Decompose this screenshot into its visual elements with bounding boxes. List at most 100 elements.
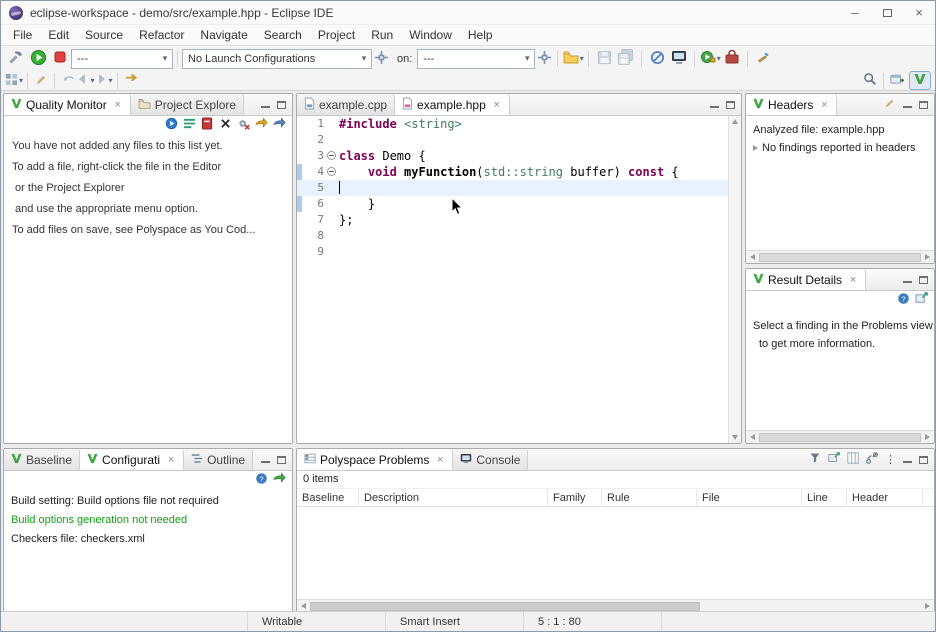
- open-perspective-button[interactable]: [888, 72, 906, 90]
- tab-result-details[interactable]: Result Details ×: [746, 269, 866, 290]
- scrollbar-thumb[interactable]: [759, 253, 921, 262]
- expander-icon[interactable]: [753, 145, 758, 151]
- column-header-description[interactable]: Description: [359, 489, 548, 507]
- link-with-editor-button[interactable]: [122, 72, 140, 90]
- close-tab-icon[interactable]: ×: [848, 274, 858, 286]
- external-tools-button[interactable]: [721, 48, 743, 70]
- menu-item-project[interactable]: Project: [310, 26, 363, 44]
- menu-item-source[interactable]: Source: [77, 26, 131, 44]
- column-header-header[interactable]: Header: [847, 489, 923, 507]
- search-button[interactable]: [861, 72, 879, 90]
- polyspace-perspective-button[interactable]: [909, 71, 931, 90]
- menu-item-edit[interactable]: Edit: [40, 26, 77, 44]
- close-tab-icon[interactable]: ×: [435, 454, 445, 466]
- scroll-left-icon[interactable]: [746, 251, 759, 264]
- analysis-results-combo[interactable]: --- ▾: [71, 49, 173, 69]
- export-report-button[interactable]: [252, 117, 270, 133]
- code-line-3[interactable]: 3class Demo {: [297, 148, 728, 164]
- scroll-right-icon[interactable]: [921, 431, 934, 444]
- edit-icon[interactable]: [884, 97, 896, 112]
- scroll-right-icon[interactable]: [921, 251, 934, 264]
- scrollbar-thumb[interactable]: [310, 602, 700, 611]
- code-editor[interactable]: 1#include <string>23class Demo {4 void m…: [297, 116, 741, 443]
- menu-item-help[interactable]: Help: [460, 26, 501, 44]
- list-files-button[interactable]: [180, 117, 198, 133]
- column-header-rule[interactable]: Rule: [602, 489, 697, 507]
- save-all-button[interactable]: [615, 48, 637, 70]
- scroll-up-icon[interactable]: [732, 119, 738, 124]
- open-views-button[interactable]: ▾: [5, 72, 23, 90]
- menu-item-window[interactable]: Window: [401, 26, 460, 44]
- menu-item-run[interactable]: Run: [363, 26, 401, 44]
- scroll-left-icon[interactable]: [746, 431, 759, 444]
- minimize-panel-icon[interactable]: [261, 455, 270, 464]
- column-header-baseline[interactable]: Baseline: [297, 489, 359, 507]
- minimize-panel-icon[interactable]: [710, 100, 719, 109]
- skip-breakpoints-button[interactable]: [646, 48, 668, 70]
- tab-example-cpp[interactable]: example.cpp: [297, 94, 395, 115]
- close-tab-icon[interactable]: ×: [492, 99, 502, 111]
- menu-item-refactor[interactable]: Refactor: [131, 26, 192, 44]
- tab-quality-monitor[interactable]: Quality Monitor ×: [4, 94, 131, 115]
- open-result-button[interactable]: [912, 292, 930, 308]
- tab-configuration[interactable]: Configurati ×: [80, 449, 184, 470]
- menu-item-navigate[interactable]: Navigate: [192, 26, 255, 44]
- close-tab-icon[interactable]: ×: [166, 454, 176, 466]
- open-results-button[interactable]: [270, 117, 288, 133]
- remove-file-button[interactable]: [198, 117, 216, 133]
- fold-collapse-icon[interactable]: [327, 167, 336, 176]
- save-button[interactable]: [593, 48, 615, 70]
- code-line-9[interactable]: 9: [297, 244, 728, 260]
- run-quality-button[interactable]: [162, 117, 180, 133]
- tab-outline[interactable]: Outline: [184, 449, 253, 470]
- maximize-panel-icon[interactable]: [726, 101, 735, 109]
- close-tab-icon[interactable]: ×: [819, 99, 829, 111]
- maximize-panel-icon[interactable]: [919, 276, 928, 284]
- code-line-8[interactable]: 8: [297, 228, 728, 244]
- stop-quality-button[interactable]: [234, 117, 252, 133]
- pin-editor-button[interactable]: [32, 72, 50, 90]
- close-tab-icon[interactable]: ×: [113, 99, 123, 111]
- help-button[interactable]: ?: [894, 292, 912, 308]
- launch-settings-button[interactable]: [372, 50, 390, 68]
- close-window-button[interactable]: ×: [903, 1, 935, 24]
- tab-console[interactable]: Console: [453, 449, 528, 470]
- code-line-7[interactable]: 7};: [297, 212, 728, 228]
- scrollbar-thumb[interactable]: [759, 433, 921, 442]
- forward-button[interactable]: ▾: [95, 72, 113, 90]
- scroll-down-icon[interactable]: [732, 435, 738, 440]
- maximize-panel-icon[interactable]: [277, 101, 286, 109]
- code-line-4[interactable]: 4 void myFunction(std::string buffer) co…: [297, 164, 728, 180]
- minimize-panel-icon[interactable]: [261, 100, 270, 109]
- column-header-file[interactable]: File: [697, 489, 802, 507]
- minimize-panel-icon[interactable]: [903, 100, 912, 109]
- back-button[interactable]: ▾: [77, 72, 95, 90]
- editor-vertical-scrollbar[interactable]: [728, 116, 741, 443]
- maximize-panel-icon[interactable]: [277, 456, 286, 464]
- menu-item-search[interactable]: Search: [256, 26, 310, 44]
- menu-item-file[interactable]: File: [5, 26, 40, 44]
- result-details-horizontal-scrollbar[interactable]: [746, 430, 934, 443]
- clear-list-button[interactable]: [216, 117, 234, 133]
- help-button[interactable]: ?: [252, 472, 270, 488]
- tab-baseline[interactable]: Baseline: [4, 449, 80, 470]
- column-header-family[interactable]: Family: [548, 489, 602, 507]
- findings-row[interactable]: No findings reported in headers: [746, 139, 934, 157]
- apply-config-button[interactable]: [270, 472, 288, 488]
- stop-analysis-button[interactable]: [49, 48, 71, 70]
- export-view-icon[interactable]: [828, 452, 840, 467]
- code-line-2[interactable]: 2: [297, 132, 728, 148]
- tab-headers[interactable]: Headers ×: [746, 94, 837, 115]
- new-wizard-button[interactable]: ▾: [562, 48, 584, 70]
- maximize-panel-icon[interactable]: [919, 456, 928, 464]
- code-line-1[interactable]: 1#include <string>: [297, 116, 728, 132]
- previous-edit-button[interactable]: [59, 72, 77, 90]
- target-combo[interactable]: --- ▾: [417, 49, 535, 69]
- maximize-panel-icon[interactable]: [919, 101, 928, 109]
- tab-project-explorer[interactable]: Project Explore: [131, 94, 244, 115]
- code-line-5[interactable]: 5: [297, 180, 728, 196]
- group-columns-icon[interactable]: [847, 452, 859, 467]
- polyspace-build-button[interactable]: [5, 48, 27, 70]
- launch-configuration-combo[interactable]: No Launch Configurations ▾: [182, 49, 372, 69]
- link-icon[interactable]: [866, 452, 878, 467]
